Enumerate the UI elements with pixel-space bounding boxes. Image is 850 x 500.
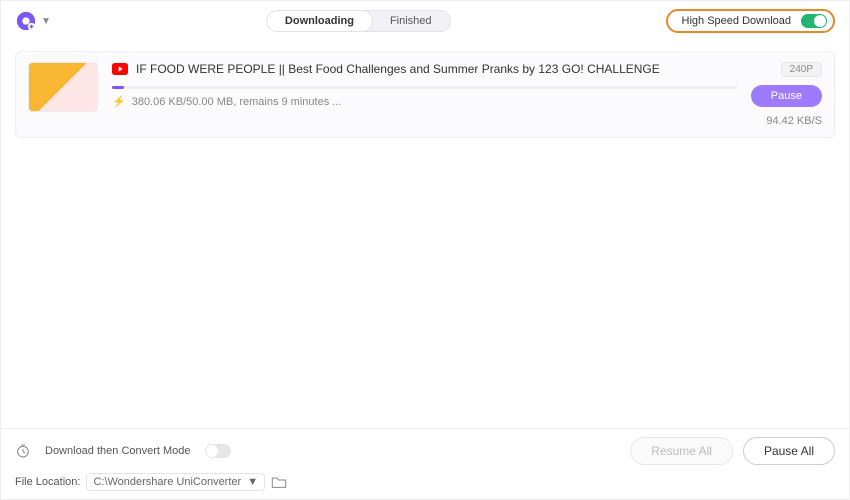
high-speed-label: High Speed Download [682, 15, 791, 27]
quality-badge: 240P [781, 62, 822, 77]
resume-all-button: Resume All [630, 437, 733, 465]
chevron-down-icon: ▼ [247, 476, 258, 488]
video-title: IF FOOD WERE PEOPLE || Best Food Challen… [136, 62, 660, 76]
pause-button[interactable]: Pause [751, 85, 822, 107]
progress-bar [112, 86, 737, 89]
high-speed-toggle[interactable] [801, 14, 827, 28]
timer-icon[interactable] [15, 443, 31, 459]
convert-mode-label: Download then Convert Mode [45, 445, 191, 457]
video-thumbnail [28, 62, 98, 112]
download-speed: 94.42 KB/S [766, 115, 822, 127]
tab-downloading[interactable]: Downloading [267, 11, 372, 31]
pause-all-button[interactable]: Pause All [743, 437, 835, 465]
bolt-icon: ⚡ [112, 95, 126, 108]
file-location-dropdown[interactable]: C:\Wondershare UniConverter ▼ [86, 473, 265, 491]
app-logo-icon [15, 10, 37, 32]
file-location-value: C:\Wondershare UniConverter [93, 476, 241, 488]
tab-finished[interactable]: Finished [372, 11, 450, 31]
app-logo-dropdown[interactable]: ▼ [15, 10, 51, 32]
file-location-label: File Location: [15, 476, 80, 488]
youtube-icon [112, 63, 128, 75]
folder-icon[interactable] [271, 475, 287, 489]
chevron-down-icon: ▼ [41, 16, 51, 27]
progress-text: 380.06 KB/50.00 MB, remains 9 minutes ..… [132, 96, 342, 108]
convert-mode-toggle[interactable] [205, 444, 231, 458]
high-speed-download-group: High Speed Download [666, 9, 835, 33]
status-tabs: Downloading Finished [266, 10, 451, 32]
download-item: IF FOOD WERE PEOPLE || Best Food Challen… [15, 51, 835, 138]
